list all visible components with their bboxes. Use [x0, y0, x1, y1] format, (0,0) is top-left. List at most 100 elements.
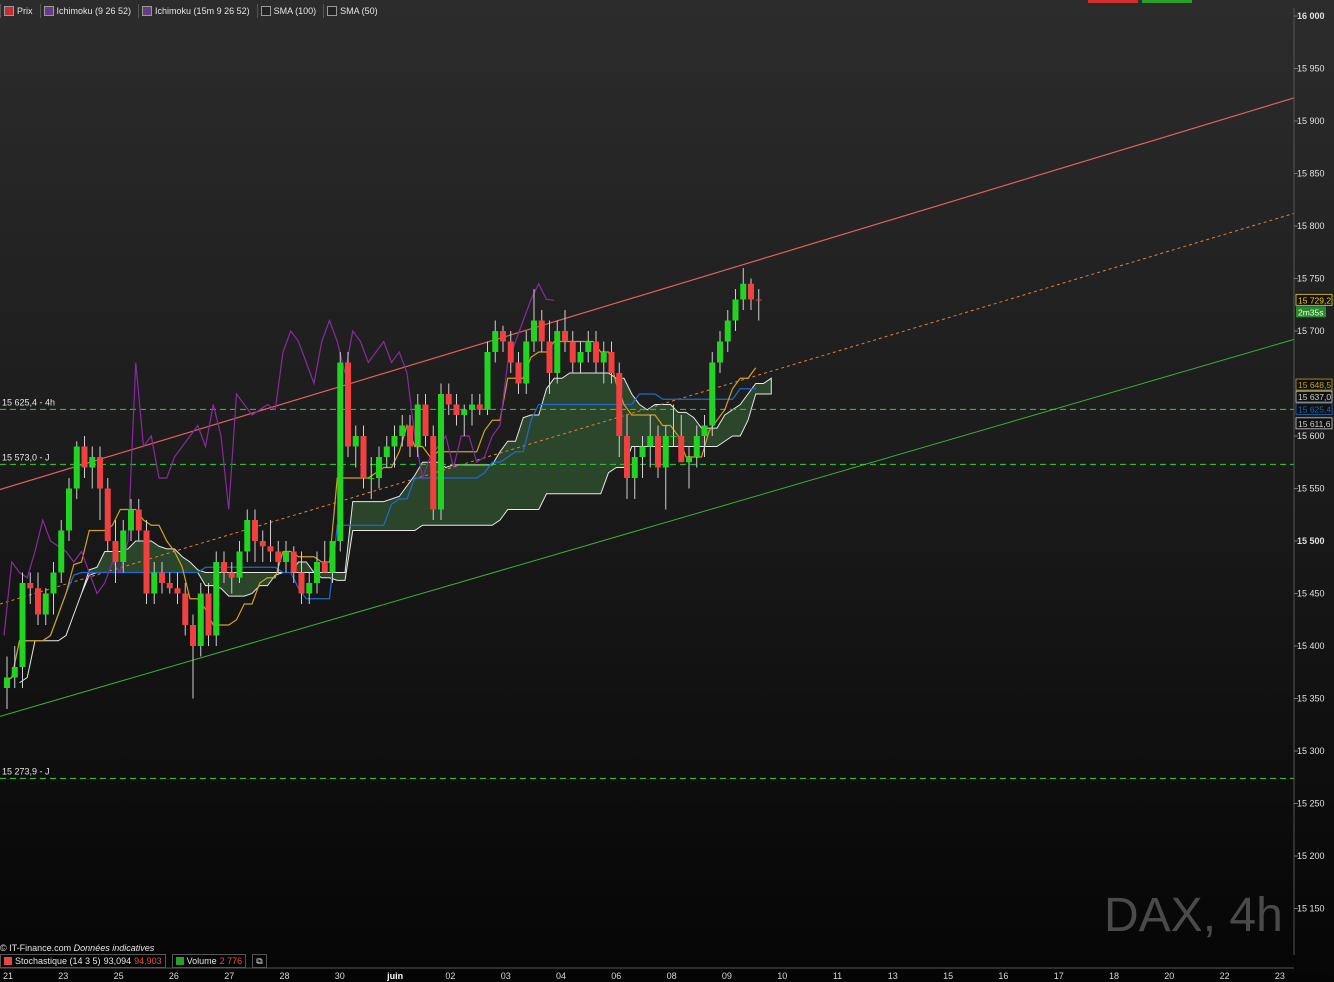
volume-indicator[interactable]: Volume 2 776 [171, 954, 247, 968]
x-tick-label: 10 [777, 971, 787, 981]
credit-label: © IT-Finance.com [0, 943, 72, 953]
candle-body [748, 283, 754, 300]
x-tick-label: 02 [445, 971, 455, 981]
candle-body [631, 457, 638, 478]
x-tick-label: 28 [279, 971, 289, 981]
candle-body [461, 409, 468, 415]
candle-body [655, 436, 661, 468]
price-label: 15 611,6 [1298, 419, 1331, 429]
stochastic-value-2: 94,903 [134, 956, 162, 966]
y-tick-label: 15 550 [1297, 484, 1325, 494]
y-tick-label: 15 400 [1297, 641, 1325, 651]
candle-body [624, 436, 630, 478]
candle-body [755, 299, 762, 301]
candle-body [190, 625, 196, 646]
candle-body [515, 362, 522, 384]
y-tick-label: 15 700 [1297, 326, 1325, 336]
candle-body [701, 425, 708, 436]
candle-body [740, 283, 747, 300]
chart-area[interactable]: 15 625,4 - 4h 15 573,0 - J 15 273,9 - J 16 … [0, 0, 1334, 982]
candle-body [647, 436, 654, 447]
candle-body [252, 520, 258, 541]
candle-body [306, 583, 313, 594]
x-tick-label: 15 [943, 971, 953, 981]
channel-bottom-line [0, 338, 1295, 717]
candle-body [616, 373, 623, 436]
candle-body [66, 488, 72, 531]
candle-body [391, 436, 398, 447]
x-tick-label: 04 [556, 971, 566, 981]
candle-body [678, 436, 685, 463]
price-chart[interactable]: 15 625,4 - 4h 15 573,0 - J 15 273,9 - J 16 … [0, 0, 1334, 982]
x-tick-label: 16 [998, 971, 1008, 981]
candle-body [128, 509, 134, 531]
price-label: 15 729,2 [1298, 295, 1331, 305]
stochastic-indicator[interactable]: Stochastique (14 3 5) 93,094 94,903 [0, 954, 166, 968]
candle-body [81, 446, 88, 468]
legend-ichimoku-15m-label: Ichimoku (15m 9 26 52) [155, 6, 250, 16]
price-label: 15 648,5 [1298, 380, 1331, 390]
candle-body [4, 677, 10, 688]
legend-ichimoku[interactable]: Ichimoku (9 26 52) [39, 4, 135, 18]
support-level-label: 15 573,0 - J [2, 452, 50, 462]
volume-swatch-icon [175, 957, 184, 965]
price-label: 15 625,4 [1298, 404, 1331, 414]
x-tick-label: 17 [1054, 971, 1064, 981]
popout-button[interactable]: ⧉ [252, 954, 267, 968]
candle-body [166, 583, 173, 589]
candle-body [73, 446, 80, 489]
x-tick-label: 18 [1109, 971, 1119, 981]
candle-body [492, 331, 499, 352]
stochastic-value-1: 93,094 [103, 956, 132, 966]
legend-sma50[interactable]: SMA (50) [323, 4, 381, 18]
legend-ichimoku-15m[interactable]: Ichimoku (15m 9 26 52) [138, 4, 253, 18]
candle-body [709, 362, 716, 426]
legend-sma50-label: SMA (50) [340, 6, 378, 16]
sma50-icon [327, 6, 338, 16]
candle-body [593, 341, 599, 363]
candle-body [290, 551, 297, 573]
watermark-title: DAX, 4h [1104, 889, 1283, 942]
candle-body [500, 331, 506, 342]
x-tick-label: 20 [1164, 971, 1174, 981]
candle-body [569, 341, 576, 363]
candle-body [484, 352, 491, 410]
candle-body [259, 541, 266, 547]
support-level-label: 15 625,4 - 4h [2, 397, 55, 407]
support-level-label: 15 273,9 - J [2, 766, 50, 776]
candle-body [283, 551, 289, 562]
candle-body [151, 572, 158, 594]
candle-body [58, 530, 65, 573]
x-tick-label: 06 [611, 971, 621, 981]
candle-body [120, 530, 127, 562]
candle-body [50, 572, 57, 594]
candle-body [345, 362, 351, 447]
candle-body [221, 562, 227, 573]
candle-body [182, 593, 189, 625]
legend-prix[interactable]: Prix [0, 4, 36, 18]
y-tick-label: 15 250 [1297, 799, 1325, 809]
buy-button[interactable] [1142, 0, 1192, 3]
candle-body [407, 425, 413, 447]
y-tick-label: 15 200 [1297, 851, 1325, 861]
y-tick-label: 15 500 [1297, 536, 1325, 546]
price-series-icon [4, 6, 14, 16]
x-tick-label: 23 [58, 971, 68, 981]
candle-body [577, 352, 584, 363]
y-tick-label: 15 300 [1297, 746, 1325, 756]
legend-prix-label: Prix [17, 6, 33, 16]
candle-body [430, 436, 437, 510]
y-tick-label: 15 850 [1297, 169, 1325, 179]
stochastic-label: Stochastique (14 3 5) [15, 956, 101, 966]
candle-body [329, 541, 336, 573]
y-tick-label: 15 950 [1297, 64, 1325, 74]
y-tick-label: 15 450 [1297, 589, 1325, 599]
sell-button[interactable] [1088, 0, 1138, 3]
legend-sma100[interactable]: SMA (100) [256, 4, 320, 18]
candle-body [554, 331, 561, 373]
y-tick-label: 15 900 [1297, 116, 1325, 126]
x-tick-label: 26 [169, 971, 179, 981]
candle-body [19, 583, 26, 667]
candle-body [104, 488, 111, 541]
candle-body [376, 457, 382, 478]
